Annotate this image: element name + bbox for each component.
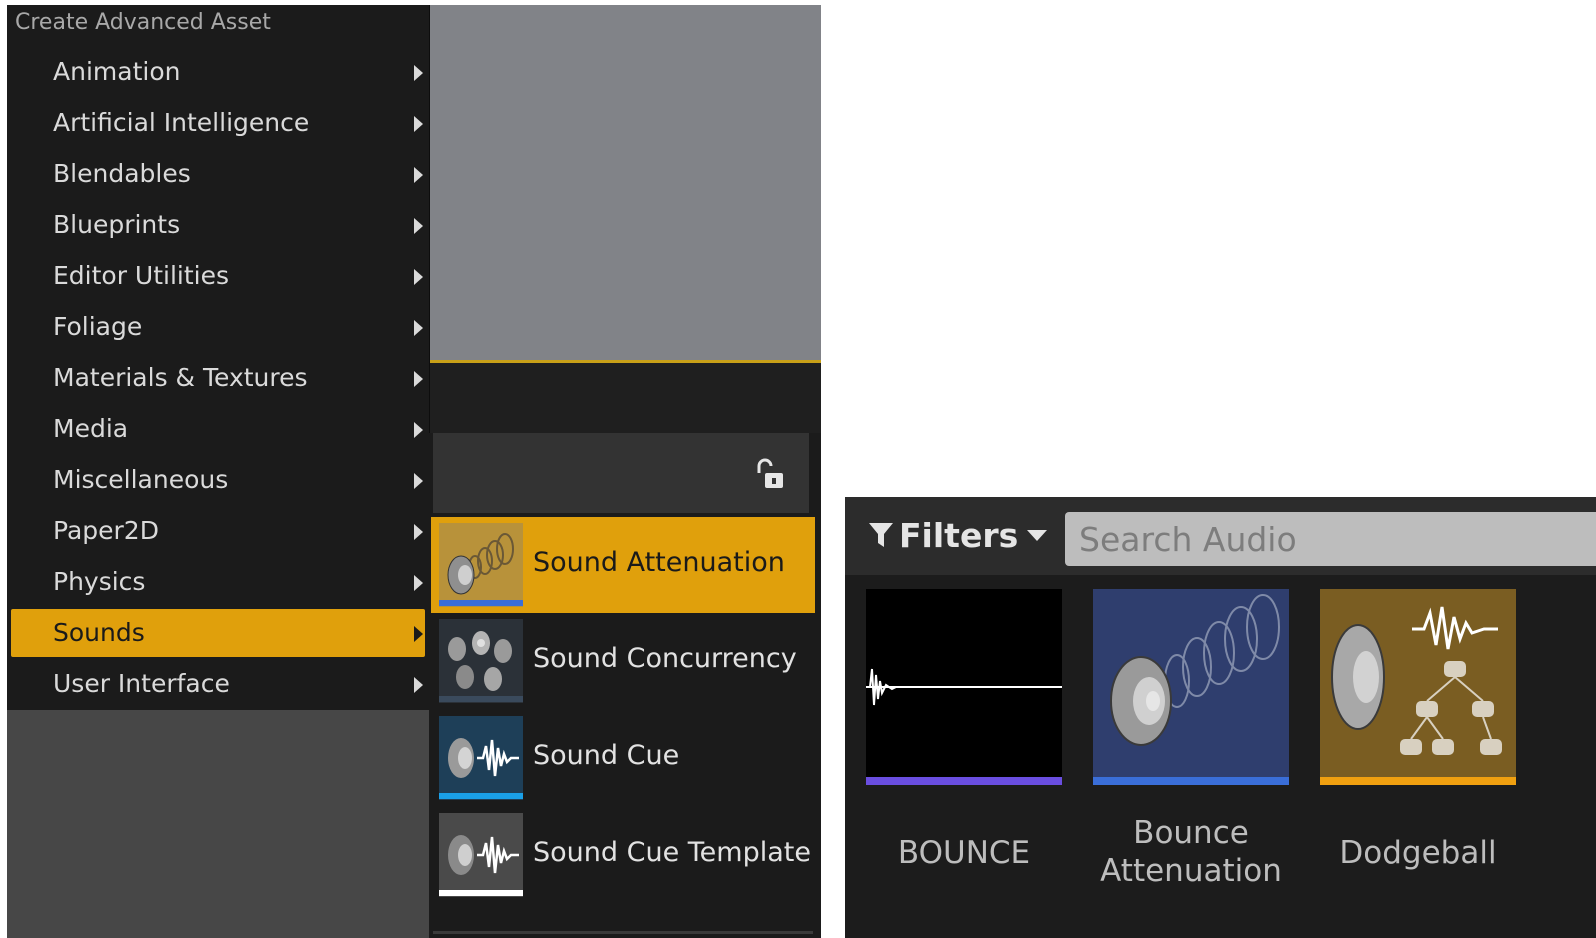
menu-item-label: Artificial Intelligence — [53, 108, 310, 137]
sounds-submenu: Sound Attenuation Sound Concurrency Soun… — [429, 433, 821, 938]
sound-cue-icon — [439, 716, 523, 800]
create-advanced-asset-menu: Create Advanced Asset Animation Artifici… — [7, 5, 430, 710]
panel-header-strip — [429, 363, 821, 433]
menu-item-paper2d[interactable]: Paper2D — [11, 507, 425, 555]
menu-item-label: Blueprints — [53, 210, 181, 239]
asset-type-bar — [439, 890, 523, 896]
chevron-down-icon — [1027, 530, 1048, 541]
asset-type-bar — [439, 696, 523, 702]
asset-type-bar — [1093, 777, 1289, 785]
menu-item-materials-textures[interactable]: Materials & Textures — [11, 354, 425, 402]
submenu-divider — [433, 931, 813, 934]
submenu-item-sound-attenuation[interactable]: Sound Attenuation — [431, 517, 815, 613]
unlock-icon[interactable] — [753, 457, 787, 491]
asset-tile-bounce-attenuation[interactable] — [1093, 589, 1289, 785]
submenu-arrow-icon — [414, 371, 423, 387]
menu-item-user-interface[interactable]: User Interface — [11, 660, 425, 708]
editor-left-panel: Create Advanced Asset Animation Artifici… — [7, 5, 821, 938]
asset-tile-bounce[interactable] — [866, 589, 1062, 785]
menu-item-editor-utilities[interactable]: Editor Utilities — [11, 252, 425, 300]
menu-header: Create Advanced Asset — [15, 10, 271, 35]
submenu-item-sound-concurrency[interactable]: Sound Concurrency — [431, 613, 815, 709]
asset-type-bar — [1320, 777, 1516, 785]
submenu-arrow-icon — [414, 422, 423, 438]
asset-label: Dodgeball — [1339, 835, 1497, 871]
menu-item-sounds[interactable]: Sounds — [11, 609, 425, 657]
content-browser-panel: Filters Search Audio BOUNCE Bounce Atten… — [845, 497, 1596, 938]
asset-type-bar — [439, 793, 523, 799]
sound-attenuation-icon — [439, 523, 523, 607]
asset-type-bar — [866, 777, 1062, 785]
menu-item-label: Materials & Textures — [53, 363, 308, 392]
sound-cue-template-icon — [439, 813, 523, 897]
asset-label: Bounce Attenuation — [1100, 815, 1282, 889]
menu-item-label: Media — [53, 414, 129, 443]
menu-item-label: Sounds — [53, 618, 145, 647]
asset-tile-dodgeball[interactable] — [1320, 589, 1516, 785]
content-area-background — [7, 710, 429, 938]
menu-item-blendables[interactable]: Blendables — [11, 150, 425, 198]
menu-item-label: Animation — [53, 57, 181, 86]
submenu-arrow-icon — [414, 677, 423, 693]
sound-concurrency-icon — [439, 619, 523, 703]
filters-label: Filters — [899, 515, 1019, 555]
menu-item-blueprints[interactable]: Blueprints — [11, 201, 425, 249]
menu-item-label: Physics — [53, 567, 146, 596]
submenu-item-sound-cue[interactable]: Sound Cue — [431, 710, 815, 806]
filter-funnel-icon — [869, 523, 893, 547]
menu-item-label: Paper2D — [53, 516, 159, 545]
submenu-arrow-icon — [414, 218, 423, 234]
submenu-arrow-icon — [414, 473, 423, 489]
sound-cue-icon — [1320, 589, 1516, 785]
sound-attenuation-icon — [1093, 589, 1289, 785]
search-input[interactable]: Search Audio — [1065, 512, 1596, 566]
menu-item-artificial-intelligence[interactable]: Artificial Intelligence — [11, 99, 425, 147]
submenu-item-label: Sound Cue Template — [533, 837, 811, 868]
menu-item-animation[interactable]: Animation — [11, 48, 425, 96]
submenu-arrow-icon — [414, 626, 423, 642]
menu-item-physics[interactable]: Physics — [11, 558, 425, 606]
asset-type-bar — [439, 600, 523, 606]
submenu-item-label: Sound Attenuation — [533, 547, 785, 578]
filters-button[interactable]: Filters — [867, 515, 1048, 555]
menu-item-label: Foliage — [53, 312, 143, 341]
menu-item-miscellaneous[interactable]: Miscellaneous — [11, 456, 425, 504]
search-placeholder: Search Audio — [1079, 520, 1297, 559]
submenu-item-sound-cue-template[interactable]: Sound Cue Template — [431, 807, 815, 903]
submenu-arrow-icon — [414, 269, 423, 285]
asset-label: BOUNCE — [897, 835, 1031, 871]
submenu-item-label: Sound Cue — [533, 740, 680, 771]
menu-item-foliage[interactable]: Foliage — [11, 303, 425, 351]
submenu-arrow-icon — [414, 575, 423, 591]
submenu-arrow-icon — [414, 524, 423, 540]
menu-item-label: Blendables — [53, 159, 191, 188]
content-browser-toolbar: Filters Search Audio — [845, 497, 1596, 575]
viewport-background — [429, 5, 821, 361]
submenu-arrow-icon — [414, 116, 423, 132]
menu-item-label: Miscellaneous — [53, 465, 229, 494]
menu-item-label: User Interface — [53, 669, 230, 698]
submenu-item-label: Sound Concurrency — [533, 643, 797, 674]
submenu-header — [433, 433, 809, 513]
submenu-arrow-icon — [414, 167, 423, 183]
submenu-arrow-icon — [414, 320, 423, 336]
menu-item-label: Editor Utilities — [53, 261, 230, 290]
menu-item-media[interactable]: Media — [11, 405, 425, 453]
submenu-arrow-icon — [414, 65, 423, 81]
sound-wave-icon — [866, 589, 1062, 785]
